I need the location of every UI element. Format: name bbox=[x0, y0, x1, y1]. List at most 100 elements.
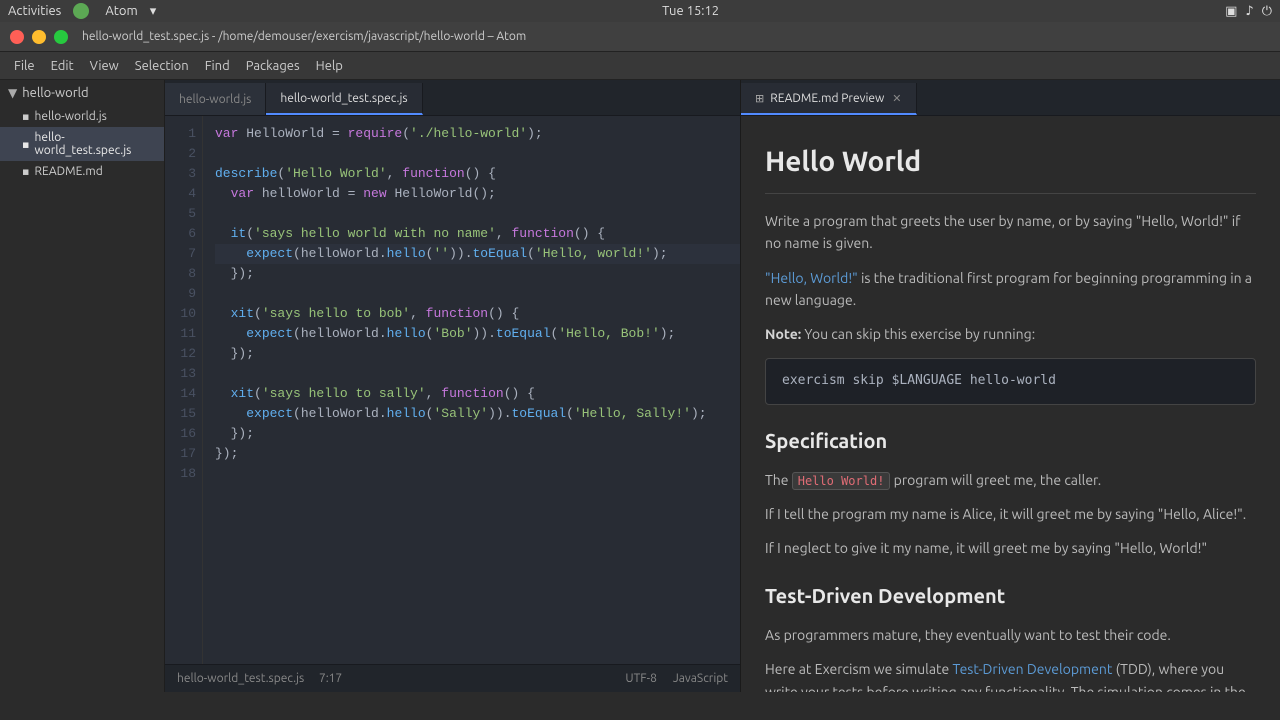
preview-tdd-h2: Test-Driven Development bbox=[765, 580, 1256, 612]
menu-find[interactable]: Find bbox=[197, 52, 238, 79]
line-number: 3 bbox=[165, 164, 196, 184]
preview-tdd-p1: As programmers mature, they eventually w… bbox=[765, 624, 1256, 646]
tab-label: hello-world_test.spec.js bbox=[280, 92, 407, 105]
preview-spec-p3: If I neglect to give it my name, it will… bbox=[765, 537, 1256, 559]
code-line bbox=[215, 364, 740, 384]
file-icon: ▪ bbox=[22, 165, 29, 178]
line-number: 17 bbox=[165, 444, 196, 464]
tab-test-spec[interactable]: hello-world_test.spec.js bbox=[266, 83, 422, 115]
menu-bar: File Edit View Selection Find Packages H… bbox=[0, 52, 1280, 80]
sidebar-file-hello-world-js[interactable]: ▪ hello-world.js bbox=[0, 106, 164, 127]
app-dropdown-icon[interactable]: ▾ bbox=[150, 4, 157, 19]
code-line: it('says hello world with no name', func… bbox=[215, 224, 740, 244]
preview-panel: ⊞ README.md Preview ✕ Hello World Write … bbox=[740, 80, 1280, 692]
app-name-label[interactable]: Atom bbox=[105, 4, 137, 18]
status-file-info: hello-world_test.spec.js 7:17 bbox=[177, 672, 342, 685]
sidebar: ▼ hello-world ▪ hello-world.js ▪ hello-w… bbox=[0, 80, 165, 692]
tab-label: hello-world.js bbox=[179, 93, 251, 106]
preview-content: Hello World Write a program that greets … bbox=[741, 116, 1280, 692]
note-label: Note: bbox=[765, 326, 801, 342]
code-editor[interactable]: 123456789101112131415161718 var HelloWor… bbox=[165, 116, 740, 664]
preview-tdd-p2: Here at Exercism we simulate Test-Driven… bbox=[765, 658, 1256, 692]
file-icon: ▪ bbox=[22, 110, 29, 123]
line-number: 15 bbox=[165, 404, 196, 424]
code-content[interactable]: var HelloWorld = require('./hello-world'… bbox=[203, 116, 740, 664]
preview-spec-h2: Specification bbox=[765, 425, 1256, 457]
code-line: expect(helloWorld.hello('')).toEqual('He… bbox=[215, 244, 740, 264]
line-number: 9 bbox=[165, 284, 196, 304]
editor-area: hello-world.js hello-world_test.spec.js … bbox=[165, 80, 740, 692]
line-number: 14 bbox=[165, 384, 196, 404]
spec-p1-pre: The bbox=[765, 472, 792, 488]
line-number: 16 bbox=[165, 424, 196, 444]
code-line: expect(helloWorld.hello('Bob')).toEqual(… bbox=[215, 324, 740, 344]
minimize-button[interactable] bbox=[32, 30, 46, 44]
main-layout: ▼ hello-world ▪ hello-world.js ▪ hello-w… bbox=[0, 80, 1280, 692]
code-line bbox=[215, 464, 740, 484]
current-file: hello-world_test.spec.js bbox=[177, 672, 304, 685]
menu-file[interactable]: File bbox=[6, 52, 43, 79]
sidebar-project[interactable]: ▼ hello-world bbox=[0, 80, 164, 106]
preview-intro-p2: "Hello, World!" is the traditional first… bbox=[765, 267, 1256, 312]
preview-tab-close-button[interactable]: ✕ bbox=[892, 92, 901, 105]
status-bar: hello-world_test.spec.js 7:17 UTF-8 Java… bbox=[165, 664, 740, 692]
note-text: You can skip this exercise by running: bbox=[801, 326, 1035, 342]
close-button[interactable] bbox=[10, 30, 24, 44]
preview-intro-p1: Write a program that greets the user by … bbox=[765, 210, 1256, 255]
code-line: }); bbox=[215, 444, 740, 464]
preview-spec-p1: The Hello World! program will greet me, … bbox=[765, 469, 1256, 491]
code-line bbox=[215, 144, 740, 164]
tdd-link[interactable]: Test-Driven Development bbox=[952, 661, 1112, 677]
tdd-p2-pre: Here at Exercism we simulate bbox=[765, 661, 952, 677]
language-label: JavaScript bbox=[673, 672, 728, 685]
code-line bbox=[215, 284, 740, 304]
menu-help[interactable]: Help bbox=[308, 52, 351, 79]
sidebar-file-test-spec[interactable]: ▪ hello-world_test.spec.js bbox=[0, 127, 164, 161]
network-icon: ▣ bbox=[1225, 4, 1237, 19]
sidebar-filename: hello-world.js bbox=[34, 110, 106, 123]
line-number: 10 bbox=[165, 304, 196, 324]
window-title: hello-world_test.spec.js - /home/demouse… bbox=[82, 30, 526, 43]
preview-note: Note: You can skip this exercise by runn… bbox=[765, 323, 1256, 345]
menu-edit[interactable]: Edit bbox=[43, 52, 82, 79]
activities-label[interactable]: Activities bbox=[8, 4, 61, 18]
code-line: xit('says hello to bob', function() { bbox=[215, 304, 740, 324]
project-label: hello-world bbox=[22, 86, 88, 100]
sidebar-file-readme[interactable]: ▪ README.md bbox=[0, 161, 164, 182]
code-line: }); bbox=[215, 344, 740, 364]
atom-logo bbox=[73, 3, 93, 19]
line-number: 2 bbox=[165, 144, 196, 164]
maximize-button[interactable] bbox=[54, 30, 68, 44]
tab-hello-world-js[interactable]: hello-world.js bbox=[165, 83, 266, 115]
cursor-position: 7:17 bbox=[319, 672, 342, 685]
file-icon: ▪ bbox=[22, 138, 29, 151]
line-number: 4 bbox=[165, 184, 196, 204]
hello-world-link[interactable]: "Hello, World!" bbox=[765, 270, 858, 286]
code-line: expect(helloWorld.hello('Sally')).toEqua… bbox=[215, 404, 740, 424]
line-number: 13 bbox=[165, 364, 196, 384]
preview-code-block: exercism skip $LANGUAGE hello-world bbox=[765, 358, 1256, 405]
line-numbers: 123456789101112131415161718 bbox=[165, 116, 203, 664]
code-line: }); bbox=[215, 264, 740, 284]
line-number: 11 bbox=[165, 324, 196, 344]
sidebar-filename: hello-world_test.spec.js bbox=[34, 131, 156, 157]
menu-packages[interactable]: Packages bbox=[238, 52, 308, 79]
encoding-label: UTF-8 bbox=[625, 672, 656, 685]
preview-tab-icon: ⊞ bbox=[755, 92, 764, 105]
code-line bbox=[215, 204, 740, 224]
spec-p1-post: program will greet me, the caller. bbox=[890, 472, 1101, 488]
sound-icon: ♪ bbox=[1245, 4, 1253, 19]
code-line: describe('Hello World', function() { bbox=[215, 164, 740, 184]
code-line: xit('says hello to sally', function() { bbox=[215, 384, 740, 404]
line-number: 5 bbox=[165, 204, 196, 224]
menu-view[interactable]: View bbox=[82, 52, 127, 79]
menu-selection[interactable]: Selection bbox=[127, 52, 197, 79]
line-number: 1 bbox=[165, 124, 196, 144]
tab-bar: hello-world.js hello-world_test.spec.js bbox=[165, 80, 740, 116]
system-clock: Tue 15:12 bbox=[662, 4, 719, 18]
preview-tab-bar: ⊞ README.md Preview ✕ bbox=[741, 80, 1280, 116]
preview-spec-p2: If I tell the program my name is Alice, … bbox=[765, 503, 1256, 525]
sidebar-filename: README.md bbox=[34, 165, 102, 178]
code-line: }); bbox=[215, 424, 740, 444]
tab-readme-preview[interactable]: ⊞ README.md Preview ✕ bbox=[741, 83, 917, 115]
